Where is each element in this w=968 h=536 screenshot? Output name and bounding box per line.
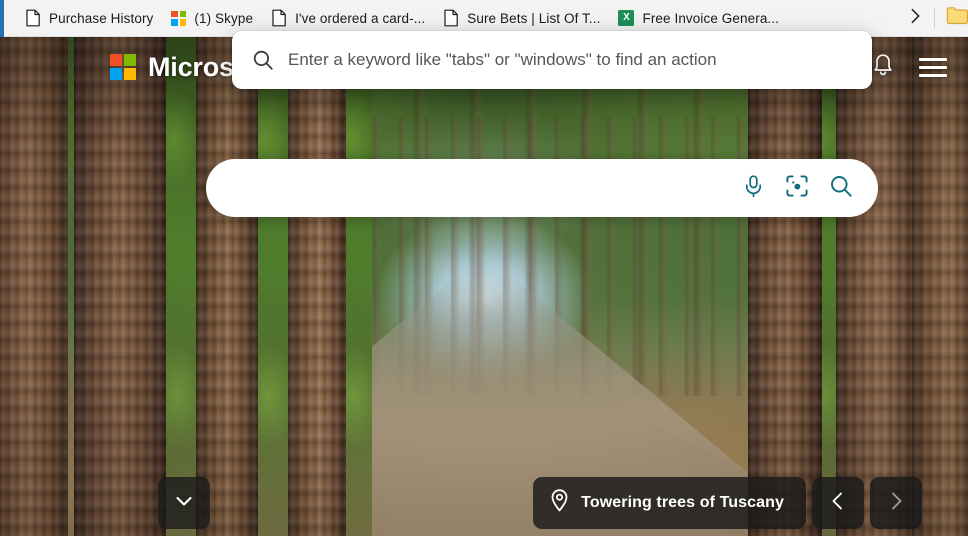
command-palette-input[interactable] bbox=[288, 40, 872, 80]
search-icon bbox=[829, 174, 853, 203]
background-tree-trunk bbox=[748, 37, 822, 536]
background-tree-trunk bbox=[0, 37, 68, 536]
bookmarks-bar-right bbox=[900, 0, 968, 37]
microphone-icon bbox=[743, 174, 764, 203]
bookmark-label: I've ordered a card-... bbox=[295, 10, 426, 26]
chevron-left-icon bbox=[827, 490, 849, 517]
bell-icon bbox=[872, 53, 894, 82]
menu-button[interactable] bbox=[916, 50, 950, 84]
background-foliage bbox=[342, 37, 372, 536]
bookmark-label: (1) Skype bbox=[194, 10, 254, 26]
folder-icon bbox=[946, 6, 968, 30]
scroll-down-button[interactable] bbox=[158, 477, 210, 529]
previous-image-button[interactable] bbox=[812, 477, 864, 529]
hamburger-menu-icon bbox=[919, 57, 947, 77]
bookmarks-overflow-button[interactable] bbox=[900, 4, 930, 32]
background-foliage bbox=[162, 37, 200, 536]
bookmark-label: Free Invoice Genera... bbox=[642, 10, 779, 26]
background-tree-trunk bbox=[836, 37, 920, 536]
background-tree-trunk bbox=[912, 37, 968, 536]
microphone-button[interactable] bbox=[738, 173, 768, 203]
image-caption-group: Towering trees of Tuscany bbox=[533, 477, 922, 529]
visual-search-icon bbox=[785, 174, 809, 203]
page-content: Microso Towering trees of Tuscany bbox=[0, 37, 968, 536]
spreadsheet-icon: X bbox=[618, 10, 635, 26]
search-box-icons bbox=[738, 173, 878, 203]
bookmark-skype[interactable]: (1) Skype bbox=[164, 4, 262, 32]
next-image-button[interactable] bbox=[870, 477, 922, 529]
brand-logo-group[interactable]: Microso bbox=[110, 52, 250, 83]
search-box[interactable] bbox=[206, 159, 878, 217]
bookmark-ive-ordered-a-card[interactable]: I've ordered a card-... bbox=[264, 4, 434, 32]
document-icon bbox=[443, 9, 459, 27]
image-caption[interactable]: Towering trees of Tuscany bbox=[533, 477, 806, 529]
bookmark-label: Sure Bets | List Of T... bbox=[467, 10, 601, 26]
search-icon bbox=[252, 49, 274, 71]
search-input[interactable] bbox=[206, 160, 738, 216]
background-foliage bbox=[254, 37, 290, 536]
document-icon bbox=[271, 9, 287, 27]
background-tree-trunk bbox=[74, 37, 166, 536]
window-accent-strip bbox=[0, 0, 4, 37]
document-icon bbox=[25, 9, 41, 27]
chevron-down-icon bbox=[172, 489, 196, 518]
search-submit-button[interactable] bbox=[826, 173, 856, 203]
chevron-right-icon bbox=[906, 7, 924, 30]
bookmark-sure-bets[interactable]: Sure Bets | List Of T... bbox=[436, 4, 609, 32]
background-tree-trunk bbox=[288, 37, 346, 536]
command-palette[interactable] bbox=[232, 31, 872, 89]
background-tree-trunk bbox=[196, 37, 258, 536]
bookmark-free-invoice-generator[interactable]: X Free Invoice Genera... bbox=[611, 4, 788, 32]
microsoft-logo-icon bbox=[171, 10, 187, 26]
bookmark-purchase-history[interactable]: Purchase History bbox=[18, 4, 162, 32]
browser-window: Microso Towering trees of Tuscany Purcha… bbox=[0, 0, 968, 536]
image-caption-title: Towering trees of Tuscany bbox=[581, 494, 784, 511]
visual-search-button[interactable] bbox=[782, 173, 812, 203]
chevron-right-icon bbox=[885, 490, 907, 517]
bookmarks-bar-divider bbox=[934, 8, 935, 28]
header-actions bbox=[866, 50, 950, 84]
microsoft-logo-icon bbox=[110, 54, 136, 80]
background-image[interactable] bbox=[0, 37, 968, 536]
location-pin-icon bbox=[549, 488, 570, 518]
bookmarks-folder-button[interactable] bbox=[942, 4, 968, 32]
bookmark-label: Purchase History bbox=[49, 10, 154, 26]
